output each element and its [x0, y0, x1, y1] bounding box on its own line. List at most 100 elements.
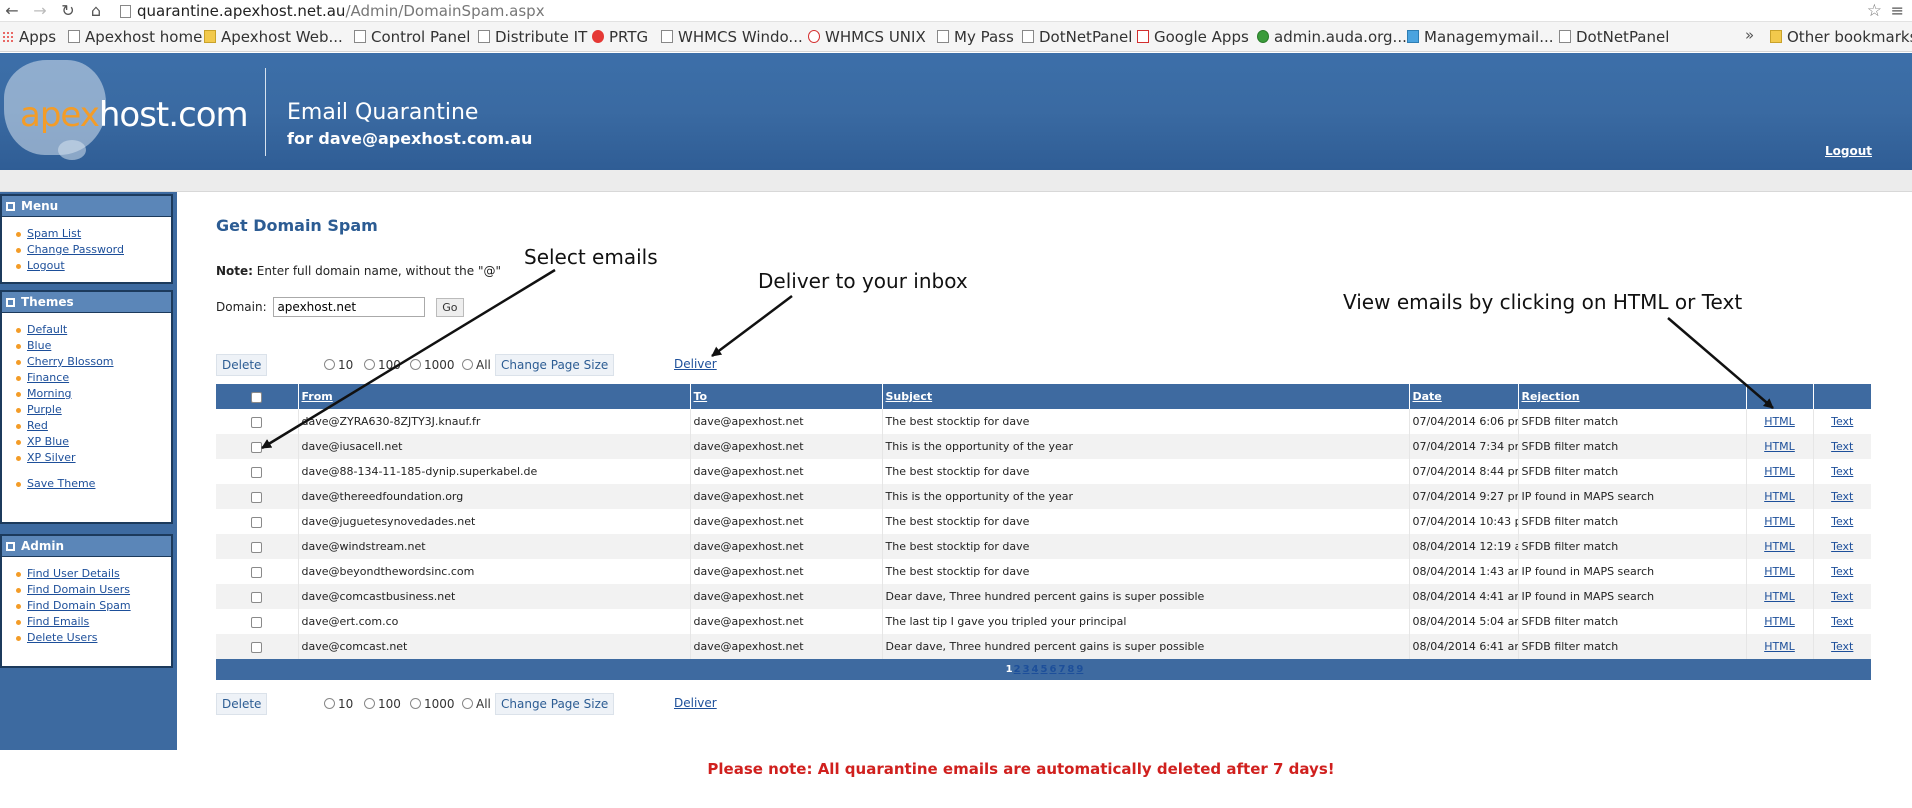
- page-size-100-bottom[interactable]: 100: [364, 697, 401, 711]
- page-link[interactable]: 6: [1049, 664, 1056, 675]
- theme-blue[interactable]: Blue: [27, 339, 51, 352]
- view-text-link[interactable]: Text: [1831, 465, 1853, 478]
- admin-delete-users[interactable]: Delete Users: [27, 631, 97, 644]
- sort-date[interactable]: Date: [1413, 390, 1442, 403]
- page-size-1000[interactable]: 1000: [410, 358, 455, 372]
- row-select-checkbox[interactable]: [251, 416, 263, 428]
- view-html-link[interactable]: HTML: [1764, 640, 1795, 653]
- page-link[interactable]: 3: [1023, 664, 1030, 675]
- page-size-100[interactable]: 100: [364, 358, 401, 372]
- admin-find-domain-users[interactable]: Find Domain Users: [27, 583, 130, 596]
- admin-find-domain-spam[interactable]: Find Domain Spam: [27, 599, 131, 612]
- theme-default[interactable]: Default: [27, 323, 67, 336]
- view-text-link[interactable]: Text: [1831, 440, 1853, 453]
- deliver-link-bottom[interactable]: Deliver: [674, 696, 717, 710]
- page-link[interactable]: 4: [1032, 664, 1039, 675]
- bookmark-apps[interactable]: Apps: [2, 28, 56, 46]
- theme-xp-blue[interactable]: XP Blue: [27, 435, 69, 448]
- bookmark-whmcs-windows[interactable]: WHMCS Windo...: [661, 28, 803, 46]
- browser-menu-icon[interactable]: ≡: [1891, 1, 1904, 20]
- page-size-all[interactable]: All: [462, 358, 491, 372]
- view-html-link[interactable]: HTML: [1764, 415, 1795, 428]
- bookmark-admin-auda[interactable]: admin.auda.org...: [1257, 28, 1407, 46]
- admin-find-emails[interactable]: Find Emails: [27, 615, 89, 628]
- row-select-checkbox[interactable]: [251, 541, 263, 553]
- theme-red[interactable]: Red: [27, 419, 48, 432]
- bookmark-whmcs-unix[interactable]: WHMCS UNIX: [808, 28, 926, 46]
- select-all-checkbox[interactable]: [251, 391, 263, 403]
- row-select-checkbox[interactable]: [251, 566, 263, 578]
- view-html-link[interactable]: HTML: [1764, 540, 1795, 553]
- page-size-10-bottom[interactable]: 10: [324, 697, 353, 711]
- bookmark-other[interactable]: Other bookmarks: [1770, 28, 1912, 46]
- bookmark-star-icon[interactable]: ☆: [1867, 1, 1882, 21]
- reload-icon[interactable]: ↻: [58, 1, 78, 21]
- page-link[interactable]: 8: [1067, 664, 1074, 675]
- view-text-link[interactable]: Text: [1831, 415, 1853, 428]
- view-html-link[interactable]: HTML: [1764, 515, 1795, 528]
- view-html-link[interactable]: HTML: [1764, 490, 1795, 503]
- view-text-link[interactable]: Text: [1831, 590, 1853, 603]
- bookmark-dotnetpanel[interactable]: DotNetPanel: [1022, 28, 1132, 46]
- deliver-link[interactable]: Deliver: [674, 357, 717, 371]
- bookmark-dotnetpanel-2[interactable]: DotNetPanel: [1559, 28, 1669, 46]
- url-field[interactable]: quarantine.apexhost.net.au/Admin/DomainS…: [120, 1, 1870, 21]
- page-link[interactable]: 5: [1041, 664, 1048, 675]
- row-select-checkbox[interactable]: [251, 441, 263, 453]
- view-text-link[interactable]: Text: [1831, 640, 1853, 653]
- view-html-link[interactable]: HTML: [1764, 465, 1795, 478]
- theme-cherry-blossom[interactable]: Cherry Blossom: [27, 355, 114, 368]
- bookmark-apexhost-web[interactable]: Apexhost Web...: [204, 28, 343, 46]
- theme-xp-silver[interactable]: XP Silver: [27, 451, 76, 464]
- bookmark-prtg[interactable]: PRTG: [592, 28, 648, 46]
- home-icon[interactable]: ⌂: [86, 1, 106, 21]
- row-select-checkbox[interactable]: [251, 591, 263, 603]
- view-html-link[interactable]: HTML: [1764, 590, 1795, 603]
- page-size-all-bottom[interactable]: All: [462, 697, 491, 711]
- save-theme-link[interactable]: Save Theme: [27, 477, 95, 490]
- sort-subject[interactable]: Subject: [886, 390, 933, 403]
- row-select-checkbox[interactable]: [251, 641, 263, 653]
- bookmark-distribute-it[interactable]: Distribute IT: [478, 28, 587, 46]
- delete-button[interactable]: Delete: [216, 354, 268, 376]
- theme-morning[interactable]: Morning: [27, 387, 72, 400]
- view-text-link[interactable]: Text: [1831, 615, 1853, 628]
- page-link[interactable]: 9: [1076, 664, 1083, 675]
- view-html-link[interactable]: HTML: [1764, 615, 1795, 628]
- page-size-10[interactable]: 10: [324, 358, 353, 372]
- admin-find-user-details[interactable]: Find User Details: [27, 567, 120, 580]
- view-text-link[interactable]: Text: [1831, 490, 1853, 503]
- delete-button-bottom[interactable]: Delete: [216, 693, 268, 715]
- sort-to[interactable]: To: [694, 390, 708, 403]
- view-text-link[interactable]: Text: [1831, 540, 1853, 553]
- change-page-size-button-bottom[interactable]: Change Page Size: [495, 693, 615, 715]
- theme-purple[interactable]: Purple: [27, 403, 62, 416]
- go-button[interactable]: Go: [436, 297, 464, 317]
- domain-input[interactable]: [273, 297, 426, 317]
- bookmark-control-panel[interactable]: Control Panel: [354, 28, 470, 46]
- theme-finance[interactable]: Finance: [27, 371, 69, 384]
- row-select-checkbox[interactable]: [251, 616, 263, 628]
- forward-icon[interactable]: →: [30, 1, 50, 21]
- page-link[interactable]: 7: [1058, 664, 1065, 675]
- sidebar-item-spam-list[interactable]: Spam List: [27, 227, 81, 240]
- view-text-link[interactable]: Text: [1831, 565, 1853, 578]
- sidebar-item-change-password[interactable]: Change Password: [27, 243, 124, 256]
- view-html-link[interactable]: HTML: [1764, 565, 1795, 578]
- change-page-size-button[interactable]: Change Page Size: [495, 354, 615, 376]
- row-select-checkbox[interactable]: [251, 466, 263, 478]
- sidebar-item-logout[interactable]: Logout: [27, 259, 65, 272]
- bookmark-apexhost-home[interactable]: Apexhost home: [68, 28, 202, 46]
- bookmark-google-apps[interactable]: Google Apps: [1137, 28, 1249, 46]
- page-link[interactable]: 2: [1014, 664, 1021, 675]
- back-icon[interactable]: ←: [2, 1, 22, 21]
- sort-from[interactable]: From: [302, 390, 333, 403]
- view-html-link[interactable]: HTML: [1764, 440, 1795, 453]
- bookmark-managemymail[interactable]: Managemymail...: [1407, 28, 1554, 46]
- sort-rejection[interactable]: Rejection: [1522, 390, 1580, 403]
- header-logout-link[interactable]: Logout: [1825, 144, 1872, 158]
- view-text-link[interactable]: Text: [1831, 515, 1853, 528]
- page-size-1000-bottom[interactable]: 1000: [410, 697, 455, 711]
- row-select-checkbox[interactable]: [251, 491, 263, 503]
- row-select-checkbox[interactable]: [251, 516, 263, 528]
